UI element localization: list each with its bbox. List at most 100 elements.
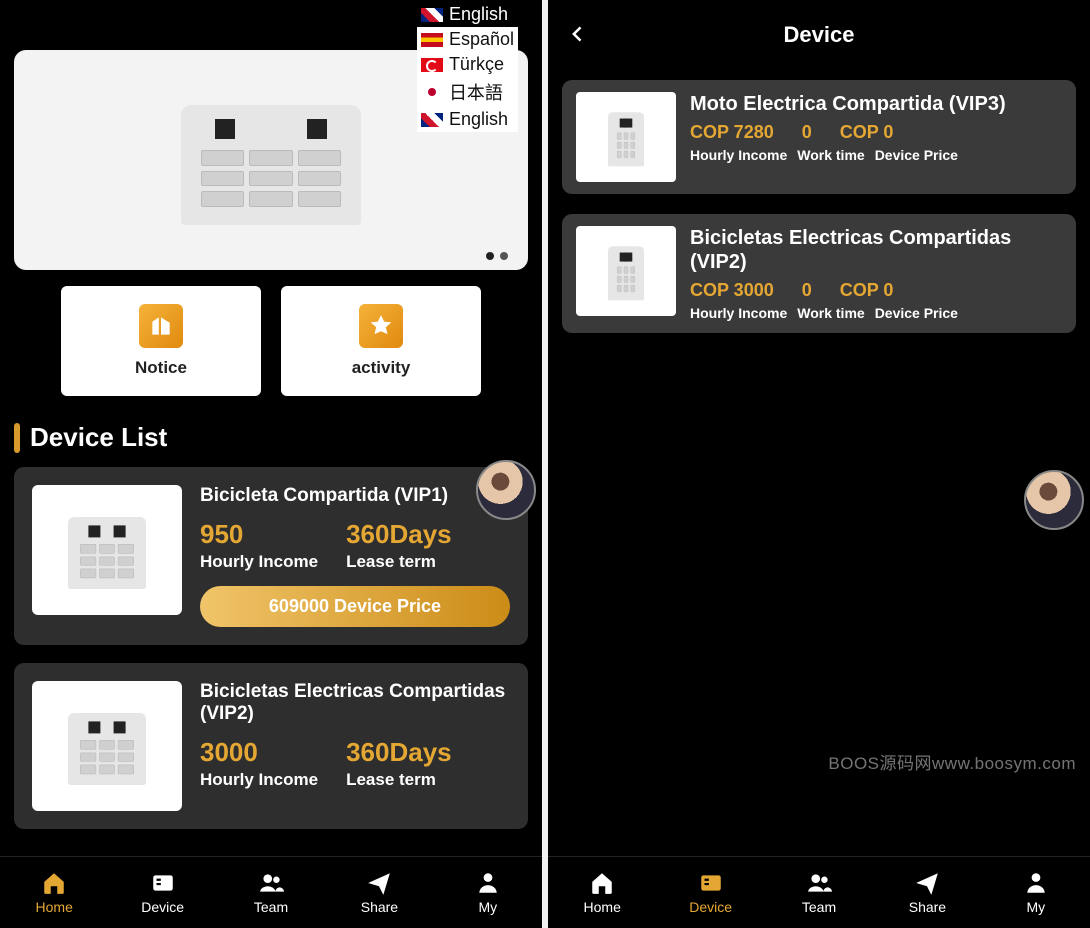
device-title: Bicicletas Electricas Compartidas (VIP2): [690, 226, 1062, 274]
hourly-label: Hourly Income: [690, 305, 787, 321]
activity-label: activity: [352, 358, 411, 378]
topbar: Device: [562, 10, 1076, 60]
lease-value: 360Days: [346, 519, 452, 550]
nav-label: Home: [36, 899, 73, 915]
notice-label: Notice: [135, 358, 187, 378]
nav-label: My: [1026, 899, 1045, 915]
language-current-label: English: [449, 4, 508, 25]
hourly-value: COP 3000: [690, 280, 774, 301]
nav-label: My: [478, 899, 497, 915]
support-avatar[interactable]: [1024, 470, 1084, 530]
lease-value: 360Days: [346, 737, 452, 768]
language-option-label: Español: [449, 29, 514, 50]
language-switcher[interactable]: English Español Türkçe 日本語: [417, 2, 518, 132]
team-icon: [806, 870, 832, 896]
team-icon: [258, 870, 284, 896]
device-thumb: [32, 681, 182, 811]
language-option-es[interactable]: Español: [417, 27, 518, 52]
hourly-label: Hourly Income: [200, 552, 318, 572]
language-option-label: 日本語: [449, 79, 503, 105]
flag-icon: [421, 8, 443, 22]
worktime-value: 0: [802, 122, 812, 143]
nav-label: Home: [584, 899, 621, 915]
nav-home[interactable]: Home: [0, 857, 108, 928]
bottom-nav: Home Device Team Share My: [0, 856, 542, 928]
nav-team[interactable]: Team: [765, 857, 873, 928]
support-avatar[interactable]: [476, 460, 536, 520]
back-button[interactable]: [568, 20, 588, 51]
device-list-title: Device List: [30, 422, 167, 453]
price-label: Device Price: [875, 305, 958, 321]
lease-label: Lease term: [346, 770, 452, 790]
language-option-tr[interactable]: Türkçe: [417, 52, 518, 77]
language-menu: Español Türkçe 日本語 English: [417, 27, 518, 132]
flag-icon: [421, 58, 443, 72]
device-list-header: Device List: [14, 422, 528, 453]
share-icon: [366, 870, 392, 896]
nav-my[interactable]: My: [982, 857, 1090, 928]
share-icon: [914, 870, 940, 896]
device-card[interactable]: Bicicletas Electricas Compartidas (VIP2)…: [14, 663, 528, 829]
worktime-value: 0: [802, 280, 812, 301]
carousel-dots[interactable]: [486, 252, 508, 260]
device-image: [171, 95, 371, 225]
worktime-label: Work time: [797, 305, 864, 321]
language-option-jp[interactable]: 日本語: [417, 77, 518, 107]
device-title: Bicicleta Compartida (VIP1): [200, 485, 510, 507]
home-icon: [41, 870, 67, 896]
chevron-left-icon: [568, 24, 588, 44]
language-option-en[interactable]: English: [417, 107, 518, 132]
price-label: Device Price: [875, 147, 958, 163]
hourly-value: 3000: [200, 737, 318, 768]
nav-share[interactable]: Share: [873, 857, 981, 928]
accent-bar-icon: [14, 423, 20, 453]
device-icon: [698, 870, 724, 896]
nav-label: Team: [254, 899, 288, 915]
nav-label: Team: [802, 899, 836, 915]
nav-device[interactable]: Device: [108, 857, 216, 928]
phone-home: English Español Türkçe 日本語: [0, 0, 542, 928]
flag-icon: [421, 33, 443, 47]
watermark: BOOS源码网www.boosym.com: [828, 749, 1076, 774]
nav-team[interactable]: Team: [217, 857, 325, 928]
nav-label: Share: [909, 899, 946, 915]
owned-device-card[interactable]: Bicicletas Electricas Compartidas (VIP2)…: [562, 214, 1076, 333]
price-value: COP 0: [840, 280, 894, 301]
device-thumb: [32, 485, 182, 615]
price-value: COP 0: [840, 122, 894, 143]
notice-card[interactable]: Notice: [61, 286, 261, 396]
owned-device-card[interactable]: Moto Electrica Compartida (VIP3) COP 728…: [562, 80, 1076, 194]
nav-share[interactable]: Share: [325, 857, 433, 928]
device-thumb: [576, 226, 676, 316]
nav-device[interactable]: Device: [656, 857, 764, 928]
language-current[interactable]: English: [417, 2, 518, 27]
hourly-label: Hourly Income: [200, 770, 318, 790]
hourly-value: COP 7280: [690, 122, 774, 143]
device-title: Bicicletas Electricas Compartidas (VIP2): [200, 681, 510, 725]
language-option-label: Türkçe: [449, 54, 504, 75]
flag-icon: [421, 85, 443, 99]
activity-card[interactable]: activity: [281, 286, 481, 396]
device-card[interactable]: Bicicleta Compartida (VIP1) 950 Hourly I…: [14, 467, 528, 645]
nav-label: Share: [361, 899, 398, 915]
page-title: Device: [784, 22, 855, 48]
device-price-button[interactable]: 609000 Device Price: [200, 586, 510, 627]
flag-icon: [421, 113, 443, 127]
device-thumb: [576, 92, 676, 182]
hourly-value: 950: [200, 519, 318, 550]
nav-label: Device: [141, 899, 184, 915]
nav-label: Device: [689, 899, 732, 915]
nav-home[interactable]: Home: [548, 857, 656, 928]
my-icon: [1023, 870, 1049, 896]
worktime-label: Work time: [797, 147, 864, 163]
lease-label: Lease term: [346, 552, 452, 572]
nav-my[interactable]: My: [434, 857, 542, 928]
language-option-label: English: [449, 109, 508, 130]
phone-device: Device Moto Electrica Compartida (VIP3) …: [548, 0, 1090, 928]
hourly-label: Hourly Income: [690, 147, 787, 163]
device-title: Moto Electrica Compartida (VIP3): [690, 92, 1062, 116]
notice-icon: [139, 304, 183, 348]
bottom-nav: Home Device Team Share My: [548, 856, 1090, 928]
home-icon: [589, 870, 615, 896]
device-icon: [150, 870, 176, 896]
